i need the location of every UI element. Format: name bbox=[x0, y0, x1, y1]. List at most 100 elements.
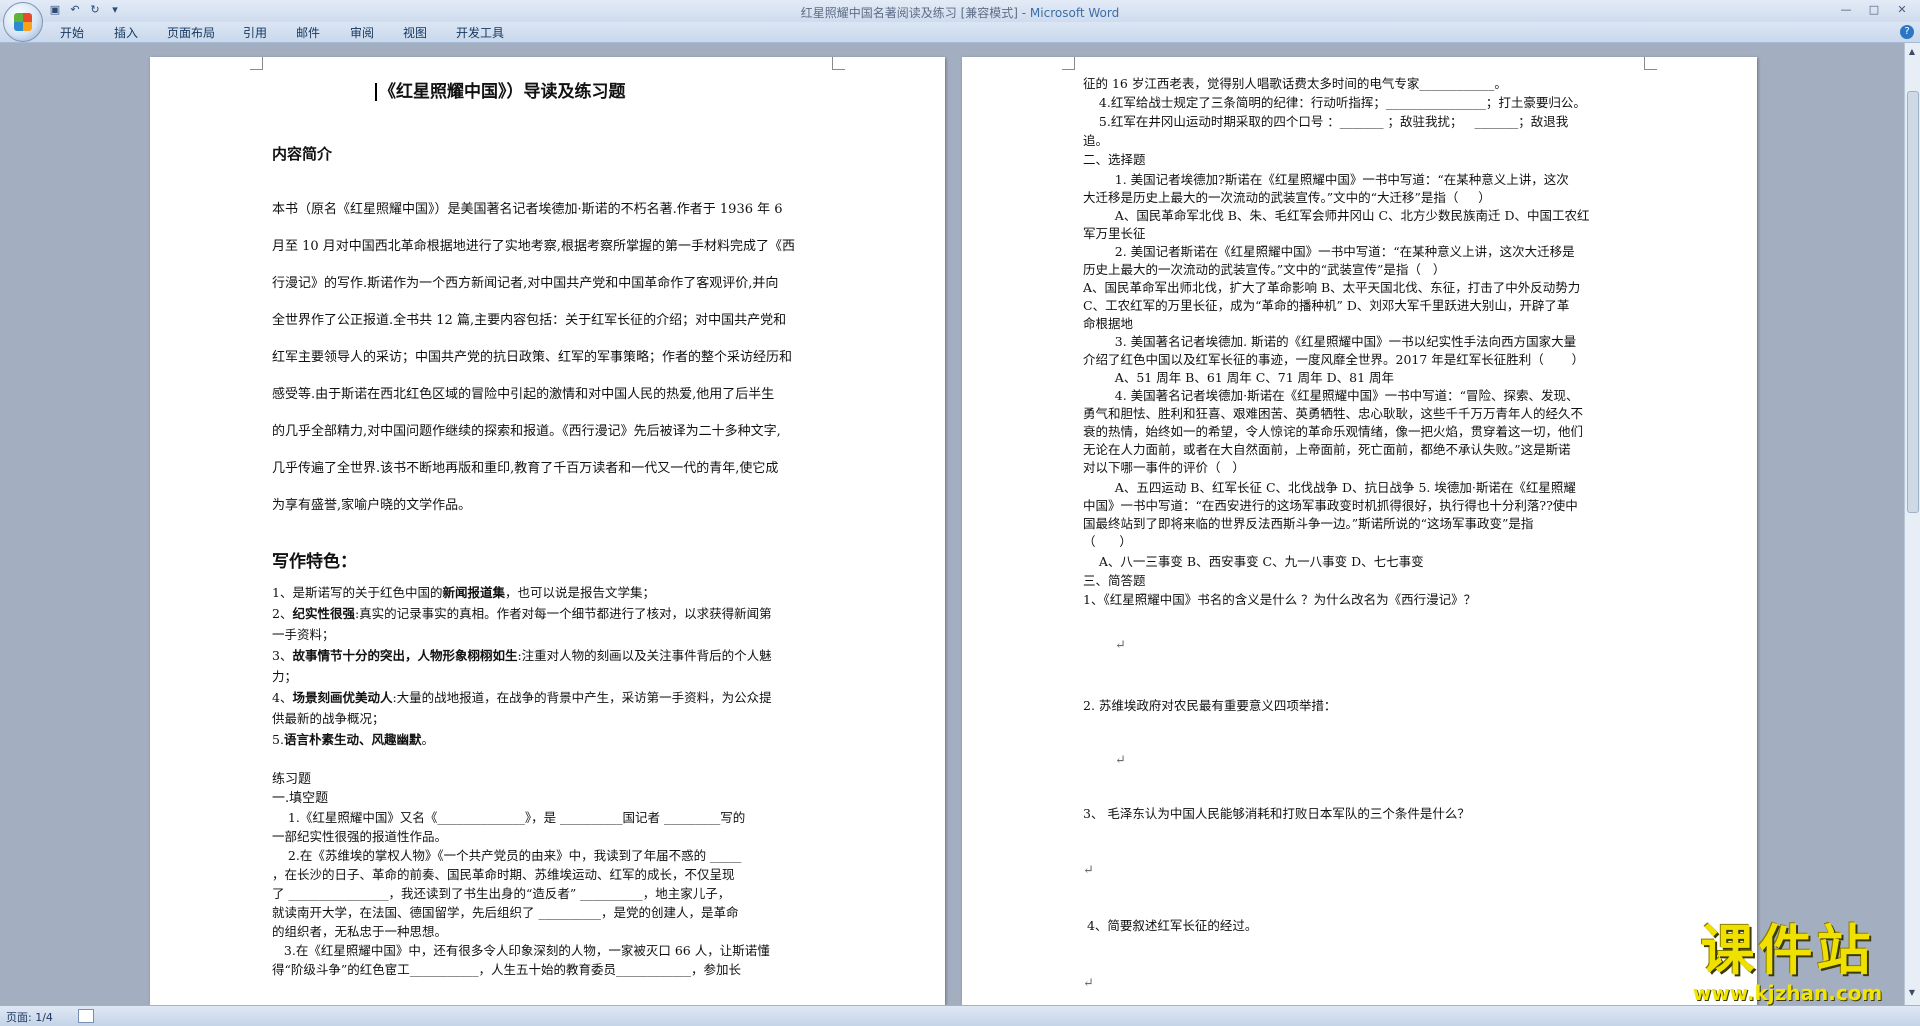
question-line: 中国》一书中写道：“在西安进行的这场军事政变时机抓得很好，执行得也十分利落??使… bbox=[1083, 498, 1578, 513]
window-title: 红星照耀中国名著阅读及练习 [兼容模式] - Microsoft Word bbox=[0, 4, 1920, 21]
feature-text: 2、 bbox=[272, 606, 293, 621]
tab-review[interactable]: 审阅 bbox=[350, 24, 374, 41]
question-line: 2. 苏维埃政府对农民最有重要意义四项举措： bbox=[1083, 698, 1337, 713]
tab-mailings[interactable]: 邮件 bbox=[296, 24, 320, 41]
paragraph-mark: ↵ bbox=[1083, 976, 1094, 991]
document-page-2[interactable]: 征的 16 岁江西老表，觉得别人唱歌话费太多时间的电气专家___________… bbox=[962, 57, 1757, 1005]
status-bar: 页面: 1/4 bbox=[0, 1005, 1920, 1026]
maximize-icon[interactable]: □ bbox=[1862, 2, 1886, 18]
question-line: （ ） bbox=[1083, 534, 1132, 549]
intro-line: 全世界作了公正报道.全书共 12 篇,主要内容包括：关于红军长征的介绍；对中国共… bbox=[272, 313, 787, 328]
corner-mark bbox=[832, 57, 845, 70]
close-icon[interactable]: ✕ bbox=[1890, 2, 1914, 18]
tab-insert[interactable]: 插入 bbox=[114, 24, 138, 41]
window-controls: — □ ✕ bbox=[1834, 2, 1914, 18]
question-line: A、国民革命军出师北伐，扩大了革命影响 B、太平天国北伐、东征，打击了中外反动势… bbox=[1083, 280, 1581, 295]
feature-text: 4、 bbox=[272, 690, 293, 705]
tab-view[interactable]: 视图 bbox=[403, 24, 427, 41]
question-line: 介绍了红色中国以及红军长征的事迹，一度风靡全世界。2017 年是红军长征胜利（ … bbox=[1083, 352, 1585, 367]
question-line: A、五四运动 B、红军长征 C、北伐战争 D、抗日战争 5. 埃德加·斯诺在《红… bbox=[1083, 480, 1576, 495]
question-line: A、国民革命军北伐 B、朱、毛红军会师井冈山 C、北方少数民族南迁 D、中国工农… bbox=[1083, 208, 1590, 223]
question-line: A、51 周年 B、61 周年 C、71 周年 D、81 周年 bbox=[1083, 370, 1395, 385]
feature-text: 1、是斯诺写的关于红色中国的 bbox=[272, 585, 443, 600]
feature-text: 力； bbox=[272, 669, 298, 684]
tab-developer[interactable]: 开发工具 bbox=[456, 24, 504, 41]
question-line: 命根据地 bbox=[1083, 316, 1134, 331]
proofing-icon[interactable] bbox=[78, 1009, 94, 1023]
question-line: 了 ________________，我还读到了书生出身的“造反者” _____… bbox=[272, 886, 731, 901]
fill-blank-heading: 一.填空题 bbox=[272, 791, 329, 806]
feature-bold: 新闻报道集 bbox=[442, 585, 505, 600]
tab-references[interactable]: 引用 bbox=[243, 24, 267, 41]
question-line: 3、 毛泽东认为中国人民能够消耗和打败日本军队的三个条件是什么？ bbox=[1083, 806, 1470, 821]
feature-text: :注重对人物的刻画以及关注事件背后的个人魅 bbox=[517, 648, 772, 663]
scroll-down-icon[interactable]: ▼ bbox=[1907, 988, 1917, 998]
question-line: 3.在《红星照耀中国》中，还有很多令人印象深刻的人物，一家被灭口 66 人，让斯… bbox=[272, 943, 770, 958]
feature-text: 一手资料； bbox=[272, 627, 335, 642]
feature-text: :大量的战地报道，在战争的背景中产生，采访第一手资料，为公众提 bbox=[392, 690, 772, 705]
document-page-1[interactable]: 《红星照耀中国》）导读及练习题 内容简介 本书（原名《红星照耀中国》）是美国著名… bbox=[150, 57, 945, 1005]
intro-line: 本书（原名《红星照耀中国》）是美国著名记者埃德加·斯诺的不朽名著.作者于 193… bbox=[272, 202, 783, 217]
corner-mark bbox=[1062, 57, 1075, 70]
intro-heading: 内容简介 bbox=[272, 145, 333, 163]
minimize-icon[interactable]: — bbox=[1834, 2, 1858, 18]
feature-line: 力； bbox=[272, 668, 297, 686]
intro-line: 红军主要领导人的采访；中国共产党的抗日政策、红军的军事策略；作者的整个采访经历和 bbox=[272, 350, 793, 365]
question-line: 1.《红星照耀中国》又名《______________》，是 _________… bbox=[272, 810, 746, 825]
scrollbar-thumb[interactable] bbox=[1907, 91, 1919, 513]
intro-line: 行漫记》的写作.斯诺作为一个西方新闻记者,对中国共产党和中国革命作了客观评价,并… bbox=[272, 276, 779, 291]
question-line: 军万里长征 bbox=[1083, 226, 1146, 241]
paragraph-mark: ↵ bbox=[1083, 863, 1094, 878]
corner-mark bbox=[250, 57, 263, 70]
feature-text: 3、 bbox=[272, 648, 293, 663]
question-line: 4. 美国著名记者埃德加·斯诺在《红星照耀中国》一书中写道：“冒险、探索、发现、 bbox=[1083, 388, 1579, 403]
tab-page-layout[interactable]: 页面布局 bbox=[167, 24, 215, 41]
question-line: 5.红军在井冈山运动时期采取的四个口号 ：_______ ；敌驻我扰； ____… bbox=[1083, 114, 1569, 129]
feature-line: 供最新的战争概况； bbox=[272, 710, 385, 728]
feature-line: 一手资料； bbox=[272, 626, 335, 644]
feature-text: 供最新的战争概况； bbox=[272, 711, 385, 726]
feature-text: 5. bbox=[272, 732, 284, 747]
feature-bold: 场景刻画优美动人 bbox=[292, 690, 393, 705]
question-line: 一部纪实性很强的报道性作品。 bbox=[272, 829, 448, 844]
question-line: 征的 16 岁江西老表，觉得别人唱歌话费太多时间的电气专家___________… bbox=[1083, 76, 1507, 91]
feature-line: 2、纪实性很强:真实的记录事实的真相。作者对每一个细节都进行了核对，以求获得新闻… bbox=[272, 605, 772, 623]
question-line: 追。 bbox=[1083, 133, 1109, 148]
paragraph-mark: ↵ bbox=[1115, 753, 1126, 768]
intro-line: 为享有盛誉,家喻户晓的文学作品。 bbox=[272, 498, 472, 513]
paragraph-mark: ↵ bbox=[1115, 638, 1126, 653]
help-icon[interactable]: ? bbox=[1900, 25, 1914, 39]
intro-line: 的几乎全部精力,对中国问题作继续的探索和报道。《西行漫记》先后被译为二十多种文字… bbox=[272, 424, 781, 439]
question-line: 2. 美国记者斯诺在《红星照耀中国》一书中写道：“在某种意义上讲，这次大迁移是 bbox=[1083, 244, 1575, 259]
vertical-scrollbar[interactable]: ▲ ▼ bbox=[1904, 43, 1920, 1005]
choice-heading: 二、选择题 bbox=[1083, 152, 1146, 167]
question-line: 得“阶级斗争”的红色宦工___________，人生五十始的教育委员______… bbox=[272, 962, 742, 977]
title-bar: ▣ ↶ ↻ ▾ 红星照耀中国名著阅读及练习 [兼容模式] - Microsoft… bbox=[0, 0, 1920, 22]
feature-line: 1、是斯诺写的关于红色中国的新闻报道集，也可以说是报告文学集； bbox=[272, 584, 655, 602]
page-counter[interactable]: 页面: 1/4 bbox=[6, 1009, 53, 1025]
watermark-url: www.kjzhan.com bbox=[1692, 981, 1883, 1005]
question-line: C、工农红军的万里长征，成为“革命的播种机” D、刘邓大军千里跃进大别山，开辟了… bbox=[1083, 298, 1570, 313]
feature-text: :真实的记录事实的真相。作者对每一个细节都进行了核对，以求获得新闻第 bbox=[354, 606, 772, 621]
feature-line: 4、场景刻画优美动人:大量的战地报道，在战争的背景中产生，采访第一手资料，为公众… bbox=[272, 689, 772, 707]
corner-mark bbox=[1644, 57, 1657, 70]
question-line: 无论在人力面前，或者在大自然面前，上帝面前，死亡面前，都绝不承认失败。”这是斯诺 bbox=[1083, 442, 1571, 457]
question-line: 衰的热情，始终如一的希望，令人惊诧的革命乐观情绪，像一把火焰，贯穿着这一切，他们 bbox=[1083, 424, 1584, 439]
intro-line: 月至 10 月对中国西北革命根据地进行了实地考察,根据考察所掌握的第一手材料完成… bbox=[272, 239, 795, 254]
tab-home[interactable]: 开始 bbox=[60, 24, 84, 41]
feature-text: 。 bbox=[421, 732, 434, 747]
question-line: 1. 美国记者埃德加?斯诺在《红星照耀中国》一书中写道：“在某种意义上讲，这次 bbox=[1083, 172, 1569, 187]
feature-text: ，也可以说是报告文学集； bbox=[504, 585, 655, 600]
watermark-text: 课件站 bbox=[1700, 919, 1875, 982]
scroll-up-icon[interactable]: ▲ bbox=[1907, 47, 1917, 57]
exercises-heading: 练习题 bbox=[272, 772, 312, 787]
question-line: 国最终站到了即将来临的世界反法西斯斗争一边。”斯诺所说的“这场军事政变”是指 bbox=[1083, 516, 1534, 531]
question-line: 4、简要叙述红军长征的经过。 bbox=[1083, 918, 1258, 933]
feature-bold: 语言朴素生动、风趣幽默 bbox=[283, 732, 422, 747]
question-line: ，在长沙的日子、革命的前奏、国民革命时期、苏维埃运动、红军的成长，不仅呈现 bbox=[272, 867, 735, 882]
office-button[interactable] bbox=[3, 2, 43, 42]
feature-line: 5.语言朴素生动、风趣幽默。 bbox=[272, 731, 434, 749]
document-title: 红星照耀中国名著阅读及练习 [兼容模式] - bbox=[800, 6, 1030, 20]
features-heading: 写作特色： bbox=[272, 552, 357, 572]
app-name: Microsoft Word bbox=[1029, 6, 1120, 20]
